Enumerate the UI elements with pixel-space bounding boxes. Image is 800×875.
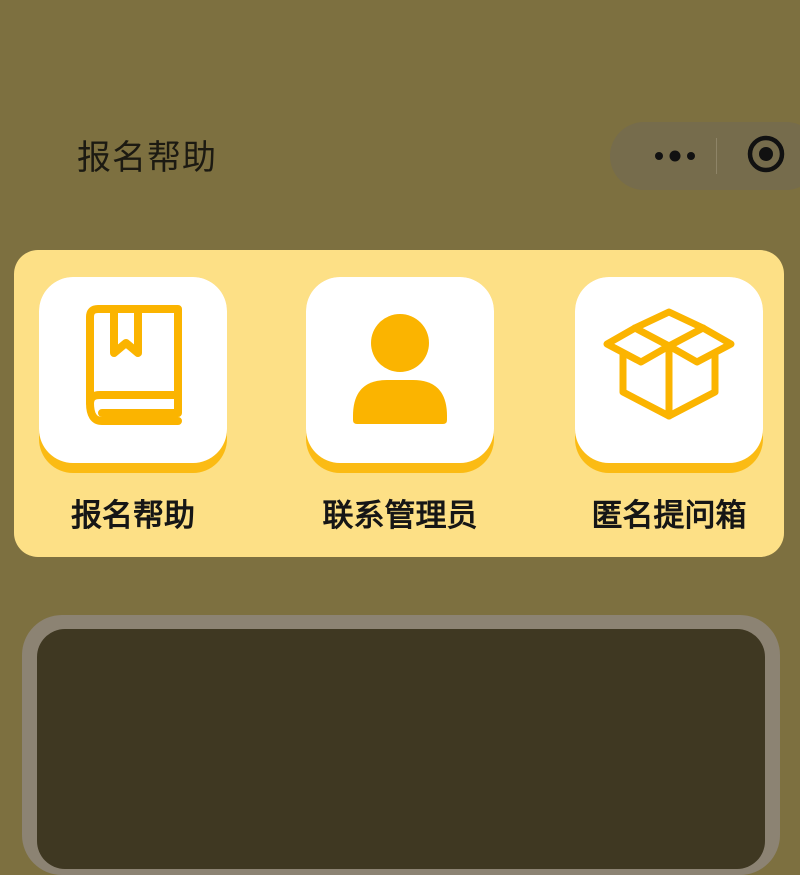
open-box-icon	[601, 308, 737, 432]
menu-item-label: 联系管理员	[322, 498, 478, 534]
menu-item-label: 报名帮助	[71, 498, 195, 534]
menu-item-signup-help[interactable]	[39, 277, 227, 473]
menu-item-label: 匿名提问箱	[591, 498, 747, 534]
capsule-menu	[610, 122, 800, 190]
user-icon	[345, 308, 455, 432]
more-button[interactable]	[630, 122, 720, 190]
close-button[interactable]	[746, 134, 786, 178]
menu-item-anonymous-box[interactable]	[575, 277, 763, 473]
shortcut-panel: 报名帮助 联系管理员 匿名提问箱	[14, 250, 784, 557]
more-dots-icon	[653, 147, 697, 166]
tile-face	[575, 277, 763, 463]
tile-face	[306, 277, 494, 463]
content-card-body	[37, 629, 765, 869]
menu-item-contact-admin[interactable]	[306, 277, 494, 473]
content-card	[22, 615, 780, 875]
book-icon	[78, 303, 188, 437]
capsule-divider	[716, 138, 717, 174]
page-title: 报名帮助	[77, 138, 217, 178]
tile-face	[39, 277, 227, 463]
target-close-icon	[746, 134, 786, 178]
